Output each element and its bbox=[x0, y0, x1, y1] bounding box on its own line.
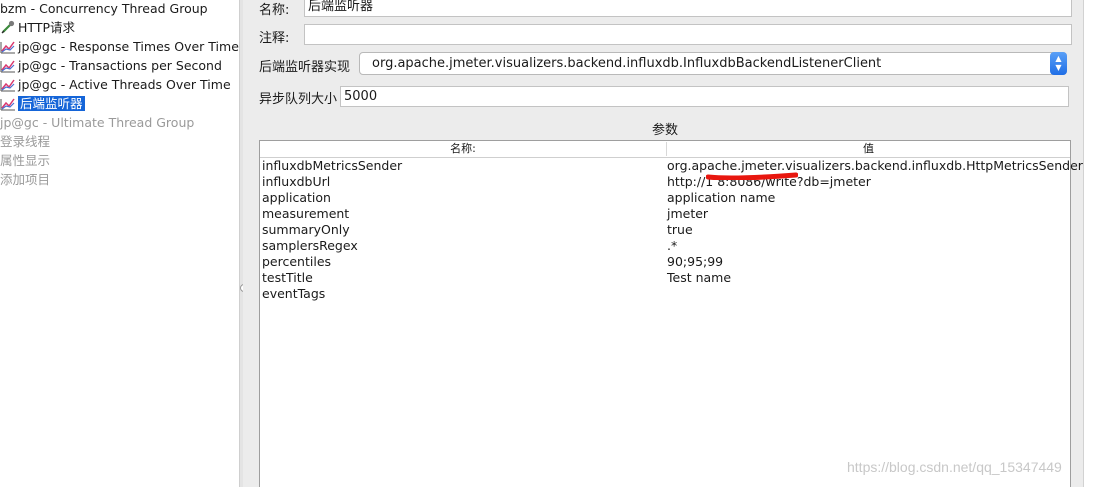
graph-icon bbox=[0, 76, 16, 92]
tree-item-label: jp@gc - Response Times Over Time bbox=[18, 39, 239, 54]
table-row[interactable]: measurement jmeter bbox=[260, 206, 1070, 222]
queue-size-label: 异步队列大小 bbox=[259, 92, 338, 107]
tree-item-label: jp@gc - Transactions per Second bbox=[18, 58, 222, 73]
tree-item-label: 属性显示 bbox=[0, 153, 51, 168]
tree-item-backend-listener[interactable]: 后端监听器 bbox=[0, 94, 85, 113]
name-label: 名称: bbox=[259, 3, 290, 18]
table-row[interactable]: percentiles 90;95;99 bbox=[260, 254, 1070, 270]
tree-item-property-display[interactable]: 属性显示 bbox=[0, 151, 50, 170]
param-name: testTitle bbox=[262, 270, 313, 285]
param-value: .* bbox=[667, 238, 678, 253]
table-row[interactable]: summaryOnly true bbox=[260, 222, 1070, 238]
param-name: measurement bbox=[262, 206, 350, 221]
table-row[interactable]: samplersRegex .* bbox=[260, 238, 1070, 254]
queue-size-field[interactable]: 5000 bbox=[340, 86, 1069, 107]
param-value: application name bbox=[667, 190, 776, 205]
tree-item-active-threads[interactable]: jp@gc - Active Threads Over Time bbox=[0, 75, 231, 94]
watermark: https://blog.csdn.net/qq_15347449 bbox=[847, 459, 1062, 475]
tree-item-concurrency-thread-group[interactable]: bzm - Concurrency Thread Group bbox=[0, 0, 208, 18]
window-edge bbox=[1083, 0, 1101, 487]
param-value: 90;95;99 bbox=[667, 254, 724, 269]
comment-label: 注释: bbox=[259, 31, 290, 46]
tree-item-add-item[interactable]: 添加项目 bbox=[0, 170, 50, 189]
table-row[interactable]: testTitle Test name bbox=[260, 270, 1070, 286]
tree-item-label: bzm - Concurrency Thread Group bbox=[0, 1, 208, 16]
param-name: samplersRegex bbox=[262, 238, 358, 253]
param-name: influxdbUrl bbox=[262, 174, 331, 189]
tree-item-http-request[interactable]: HTTP请求 bbox=[0, 18, 75, 37]
table-row[interactable]: eventTags bbox=[260, 286, 1070, 302]
column-header-name[interactable]: 名称: bbox=[260, 141, 666, 157]
tree-item-response-times[interactable]: jp@gc - Response Times Over Time bbox=[0, 37, 239, 56]
test-plan-tree[interactable]: bzm - Concurrency Thread Group HTTP请求 jp… bbox=[0, 0, 239, 487]
tree-item-transactions-per-second[interactable]: jp@gc - Transactions per Second bbox=[0, 56, 222, 75]
backend-listener-panel: 名称: 后端监听器 注释: 后端监听器实现 org.apache.jmeter.… bbox=[243, 0, 1083, 487]
name-field[interactable]: 后端监听器 bbox=[304, 0, 1072, 17]
tree-item-label: HTTP请求 bbox=[18, 20, 75, 35]
param-value: Test name bbox=[667, 270, 732, 285]
param-value: jmeter bbox=[667, 206, 709, 221]
param-name: eventTags bbox=[262, 286, 326, 301]
parameters-title: 参数 bbox=[652, 123, 679, 138]
param-name: application bbox=[262, 190, 331, 205]
param-name: summaryOnly bbox=[262, 222, 350, 237]
implementation-label: 后端监听器实现 bbox=[259, 60, 351, 75]
redaction-mark bbox=[706, 172, 798, 180]
table-row[interactable]: application application name bbox=[260, 190, 1070, 206]
tree-item-ultimate-thread-group[interactable]: jp@gc - Ultimate Thread Group bbox=[0, 113, 194, 132]
tree-item-label: jp@gc - Active Threads Over Time bbox=[18, 77, 231, 92]
tree-item-login-thread[interactable]: 登录线程 bbox=[0, 132, 50, 151]
implementation-select[interactable]: org.apache.jmeter.visualizers.backend.in… bbox=[359, 52, 1067, 75]
comment-field[interactable] bbox=[304, 24, 1072, 45]
tree-item-label: 添加项目 bbox=[0, 172, 51, 187]
param-name: percentiles bbox=[262, 254, 332, 269]
tree-item-label: 后端监听器 bbox=[18, 96, 85, 111]
implementation-value: org.apache.jmeter.visualizers.backend.in… bbox=[372, 56, 882, 71]
select-arrows-icon[interactable]: ▲ ▼ bbox=[1050, 52, 1067, 75]
column-header-value[interactable]: 值 bbox=[667, 141, 1070, 157]
param-name: influxdbMetricsSender bbox=[262, 158, 403, 173]
param-value: true bbox=[667, 222, 693, 237]
graph-icon bbox=[0, 38, 16, 54]
table-row[interactable]: influxdbMetricsSender org.apache.jmeter.… bbox=[260, 158, 1083, 174]
pipette-icon bbox=[0, 19, 16, 35]
graph-icon bbox=[0, 57, 16, 73]
tree-item-label: jp@gc - Ultimate Thread Group bbox=[0, 115, 195, 130]
graph-icon bbox=[0, 95, 16, 111]
parameters-table[interactable]: 名称: 值 influxdbMetricsSender org.apache.j… bbox=[259, 140, 1083, 487]
tree-item-label: 登录线程 bbox=[0, 134, 51, 149]
table-header: 名称: 值 bbox=[260, 141, 1070, 158]
table-row[interactable]: influxdbUrl http://1 8:8086/write?db=jme… bbox=[260, 172, 1070, 190]
